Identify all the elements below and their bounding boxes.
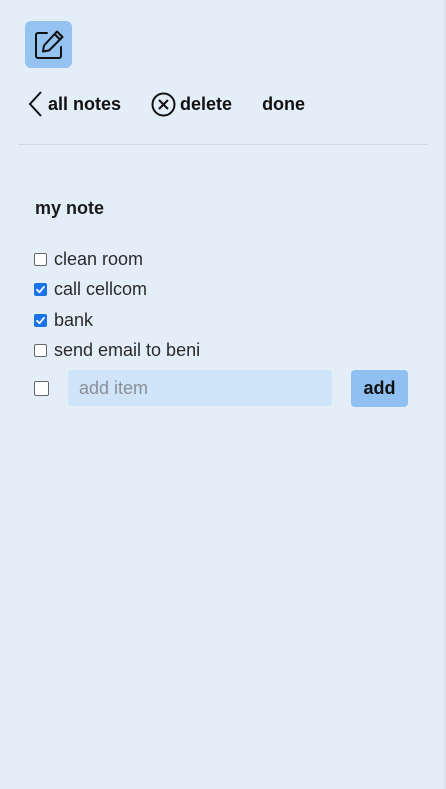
todo-label: call cellcom (54, 279, 148, 300)
todo-checkbox[interactable] (34, 283, 47, 297)
chevron-left-icon (28, 91, 42, 117)
delete-label: delete (180, 93, 233, 114)
note-toolbar: all notes delete done (28, 88, 305, 120)
checkmark-icon (36, 286, 45, 294)
note-title: my note (35, 198, 105, 218)
add-item-input[interactable] (68, 370, 332, 406)
delete-button[interactable]: delete (151, 92, 232, 117)
edit-note-icon[interactable] (25, 21, 72, 68)
todo-item: call cellcom (34, 275, 200, 306)
todo-item: bank (34, 305, 200, 336)
todo-label: bank (54, 309, 94, 330)
todo-checkbox[interactable] (34, 252, 47, 266)
todo-item: send email to beni (34, 336, 200, 367)
todo-label: clean room (54, 248, 144, 269)
todo-list: clean room call cellcom bank send email … (34, 244, 200, 366)
todo-item: clean room (34, 244, 200, 275)
pencil-square-icon (34, 30, 63, 59)
all-notes-button[interactable]: all notes (28, 90, 121, 118)
done-button[interactable]: done (262, 94, 305, 115)
todo-checkbox[interactable] (34, 313, 47, 327)
todo-label: send email to beni (54, 340, 201, 361)
done-label: done (262, 93, 306, 114)
circle-x-icon (151, 92, 176, 116)
toolbar-divider (18, 144, 428, 145)
add-item-button[interactable]: add (351, 370, 408, 407)
all-notes-label: all notes (48, 93, 122, 114)
new-item-checkbox[interactable] (34, 381, 49, 396)
todo-checkbox[interactable] (34, 344, 47, 358)
checkmark-icon (36, 316, 45, 324)
add-item-row: add (34, 370, 408, 407)
